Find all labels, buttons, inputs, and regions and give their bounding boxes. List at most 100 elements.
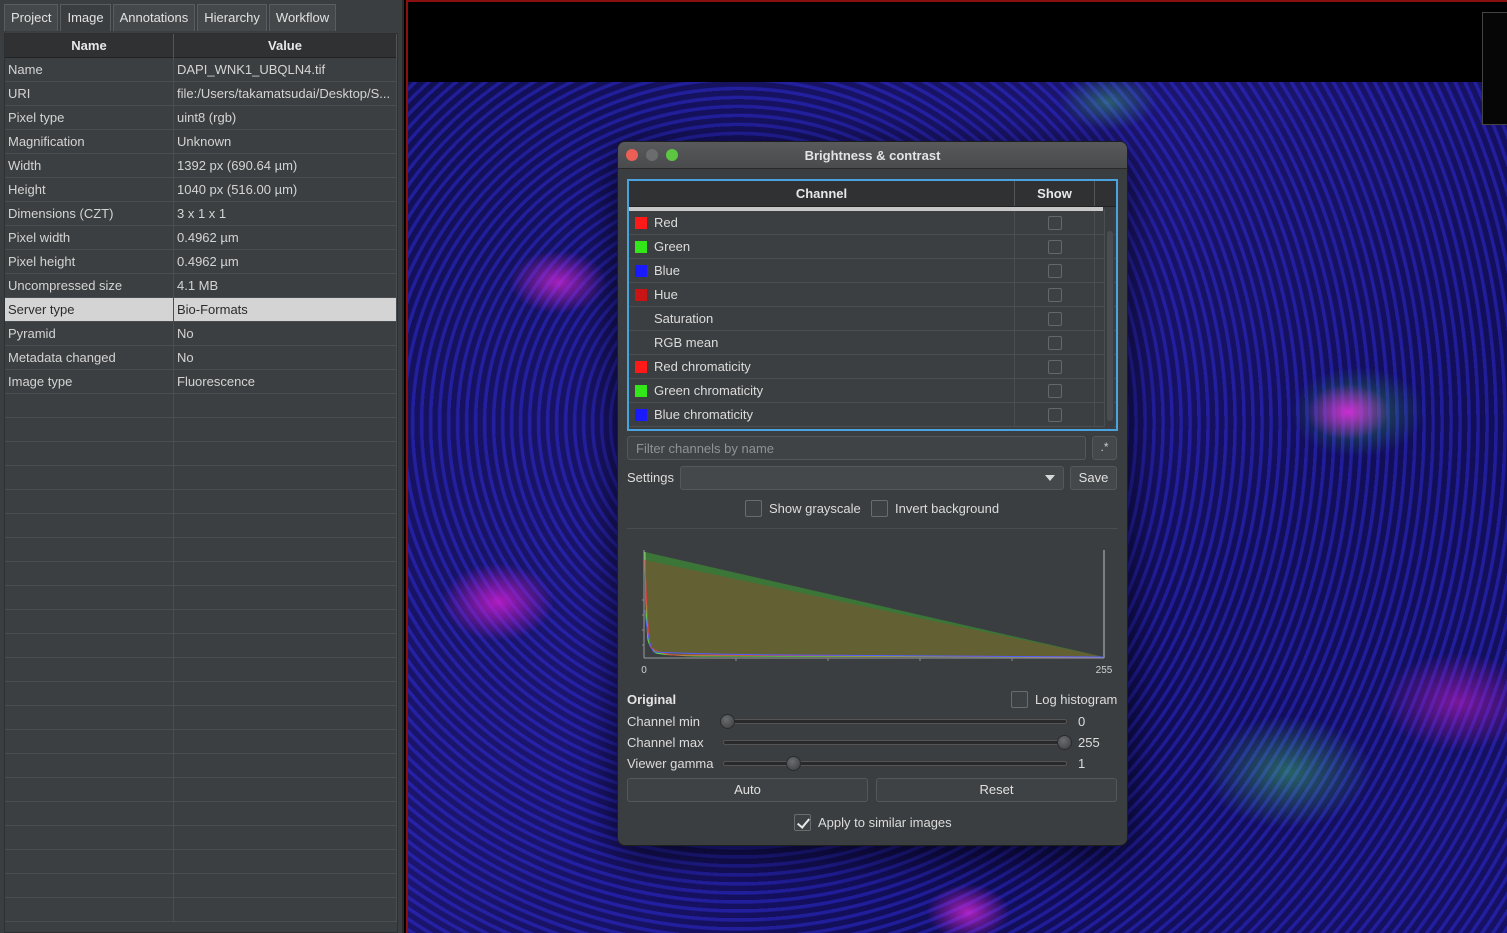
table-row[interactable]: Pixel height 0.4962 µm — [5, 250, 397, 274]
channel-show-cell — [1015, 307, 1095, 330]
channel-name: Red chromaticity — [654, 359, 751, 374]
histogram-chart[interactable]: 0 255 — [632, 540, 1118, 676]
empty-cell — [5, 442, 174, 465]
empty-cell — [5, 850, 174, 873]
channel-row[interactable]: Hue — [629, 283, 1116, 307]
channel-show-cell — [1015, 283, 1095, 306]
channel-cell: Saturation — [629, 307, 1015, 330]
channel-color-swatch — [635, 408, 647, 421]
channel-scrollbar[interactable] — [1104, 209, 1114, 427]
regex-toggle-button[interactable]: .* — [1092, 436, 1117, 460]
channel-show-checkbox[interactable] — [1047, 383, 1062, 398]
empty-cell — [174, 898, 397, 921]
channel-color-swatch — [635, 240, 647, 253]
filter-channels-input[interactable] — [627, 436, 1086, 460]
channel-row[interactable]: Saturation — [629, 307, 1116, 331]
apply-similar-checkbox[interactable] — [794, 814, 811, 831]
channel-row[interactable]: Red chromaticity — [629, 355, 1116, 379]
column-header-value[interactable]: Value — [174, 34, 397, 58]
channel-row[interactable]: RGB mean — [629, 331, 1116, 355]
channel-show-checkbox[interactable] — [1047, 311, 1062, 326]
table-row[interactable]: Metadata changed No — [5, 346, 397, 370]
reset-button[interactable]: Reset — [876, 778, 1117, 802]
settings-dropdown[interactable] — [680, 466, 1064, 490]
slider-thumb[interactable] — [786, 756, 801, 771]
show-grayscale-checkbox[interactable] — [745, 500, 762, 517]
empty-cell — [174, 706, 397, 729]
table-row[interactable]: Magnification Unknown — [5, 130, 397, 154]
column-header-show[interactable]: Show — [1015, 181, 1095, 206]
property-name: Pixel type — [5, 106, 174, 129]
empty-cell — [5, 466, 174, 489]
column-header-name[interactable]: Name — [5, 34, 174, 58]
table-row[interactable]: URI file:/Users/takamatsudai/Desktop/S... — [5, 82, 397, 106]
table-row[interactable]: Image type Fluorescence — [5, 370, 397, 394]
table-row[interactable]: Height 1040 px (516.00 µm) — [5, 178, 397, 202]
channel-row[interactable]: Blue chromaticity — [629, 403, 1116, 427]
empty-cell — [174, 682, 397, 705]
auto-button[interactable]: Auto — [627, 778, 868, 802]
slider-thumb[interactable] — [1057, 735, 1072, 750]
empty-cell — [5, 730, 174, 753]
channel-min-slider[interactable] — [720, 714, 1067, 729]
channel-show-checkbox[interactable] — [1047, 335, 1062, 350]
viewer-gamma-slider[interactable] — [723, 756, 1067, 771]
channel-max-slider[interactable] — [723, 735, 1072, 750]
log-histogram-checkbox[interactable] — [1011, 691, 1028, 708]
channel-row[interactable]: Green — [629, 235, 1116, 259]
tab-workflow[interactable]: Workflow — [268, 4, 337, 31]
channel-name: RGB mean — [654, 335, 719, 350]
empty-table-row — [5, 466, 397, 490]
property-name: Server type — [5, 298, 174, 321]
table-row[interactable]: Name DAPI_WNK1_UBQLN4.tif — [5, 58, 397, 82]
table-row[interactable]: Uncompressed size 4.1 MB — [5, 274, 397, 298]
channel-show-checkbox[interactable] — [1047, 359, 1062, 374]
dialog-title: Brightness & contrast — [804, 148, 941, 163]
channel-cell: Hue — [629, 283, 1015, 306]
empty-cell — [174, 802, 397, 825]
channel-show-checkbox[interactable] — [1047, 407, 1062, 422]
channel-show-checkbox[interactable] — [1047, 287, 1062, 302]
log-histogram-option[interactable]: Log histogram — [1011, 691, 1117, 708]
channel-table: Channel Show Red Green Blue Hue Saturation RG… — [627, 179, 1118, 431]
property-value: No — [174, 346, 397, 369]
tab-project[interactable]: Project — [4, 4, 59, 31]
property-name: Image type — [5, 370, 174, 393]
dialog-titlebar[interactable]: Brightness & contrast — [618, 142, 1127, 169]
scrollbar-thumb[interactable] — [1107, 231, 1113, 421]
table-row[interactable]: Dimensions (CZT) 3 x 1 x 1 — [5, 202, 397, 226]
slider-thumb[interactable] — [720, 714, 735, 729]
tab-hierarchy[interactable]: Hierarchy — [197, 4, 267, 31]
empty-cell — [5, 562, 174, 585]
table-row[interactable]: Pixel width 0.4962 µm — [5, 226, 397, 250]
channel-name: Blue — [654, 263, 681, 278]
table-row[interactable]: Pixel type uint8 (rgb) — [5, 106, 397, 130]
empty-table-row — [5, 754, 397, 778]
tab-annotations[interactable]: Annotations — [112, 4, 196, 31]
channel-row[interactable]: Green chromaticity — [629, 379, 1116, 403]
channel-color-swatch — [635, 384, 647, 397]
tab-image[interactable]: Image — [60, 4, 111, 31]
apply-similar-option[interactable]: Apply to similar images — [794, 814, 952, 831]
property-value: file:/Users/takamatsudai/Desktop/S... — [174, 82, 397, 105]
empty-table-row — [5, 586, 397, 610]
overview-thumbnail[interactable] — [1482, 12, 1507, 125]
save-button[interactable]: Save — [1070, 466, 1117, 490]
table-row[interactable]: Width 1392 px (690.64 µm) — [5, 154, 397, 178]
empty-cell — [174, 466, 397, 489]
show-grayscale-option[interactable]: Show grayscale — [745, 500, 861, 517]
empty-cell — [5, 754, 174, 777]
channel-show-cell — [1015, 355, 1095, 378]
invert-background-checkbox[interactable] — [871, 500, 888, 517]
channel-row[interactable]: Red — [629, 211, 1116, 235]
property-name: Pixel height — [5, 250, 174, 273]
column-header-channel[interactable]: Channel — [629, 181, 1015, 206]
table-row[interactable]: Pyramid No — [5, 322, 397, 346]
empty-table-row — [5, 730, 397, 754]
channel-show-checkbox[interactable] — [1047, 263, 1062, 278]
channel-row[interactable]: Blue — [629, 259, 1116, 283]
channel-show-checkbox[interactable] — [1047, 215, 1062, 230]
invert-background-option[interactable]: Invert background — [871, 500, 999, 517]
channel-show-checkbox[interactable] — [1047, 239, 1062, 254]
table-row[interactable]: Server type Bio-Formats — [5, 298, 397, 322]
